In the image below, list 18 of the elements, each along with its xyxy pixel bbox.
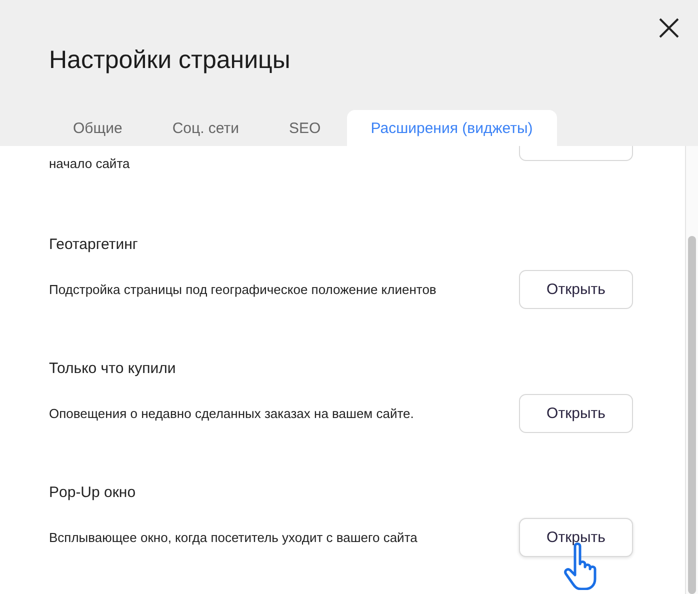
- close-icon[interactable]: [659, 18, 679, 38]
- widget-description: Всплывающее окно, когда посетитель уходит с вашего сайта: [49, 530, 418, 545]
- widget-description: Оповещения о недавно сделанных заказах на вашем сайте.: [49, 406, 414, 421]
- open-button[interactable]: Открыть: [519, 518, 633, 557]
- tab[interactable]: Общие: [49, 110, 146, 146]
- scrollbar-thumb[interactable]: [688, 236, 696, 594]
- widget-title: Pop-Up окно: [49, 484, 137, 501]
- tab[interactable]: Расширения (виджеты): [346, 110, 557, 146]
- open-button[interactable]: [519, 146, 633, 161]
- dialog-title: Настройки страницы: [49, 46, 292, 75]
- tab[interactable]: Соц. сети: [148, 110, 264, 146]
- widget-description: начало сайта: [49, 156, 130, 171]
- widget-title: Геотаргетинг: [49, 236, 139, 253]
- open-button[interactable]: Открыть: [519, 394, 633, 433]
- tab[interactable]: SEO: [265, 110, 345, 146]
- widget-description: Подстройка страницы под географическое положение клиентов: [49, 282, 436, 297]
- open-button[interactable]: Открыть: [519, 270, 633, 309]
- widget-title: Только что купили: [49, 360, 177, 377]
